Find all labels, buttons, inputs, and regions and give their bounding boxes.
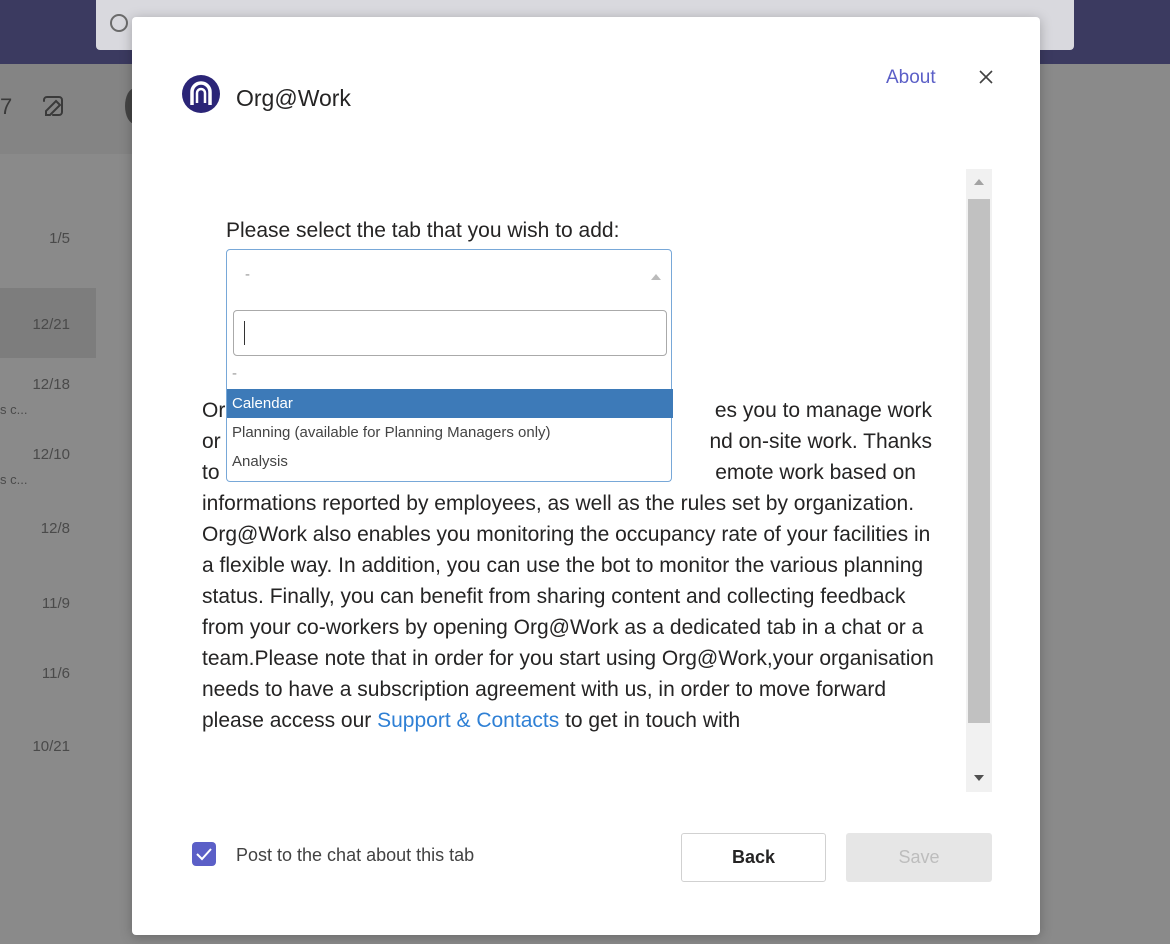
dropdown-option-empty[interactable]: -	[227, 364, 673, 389]
app-bottom-area	[132, 935, 1040, 944]
chat-item-date: 11/9	[41, 595, 70, 612]
text-caret	[244, 321, 245, 345]
chevron-up-icon	[651, 274, 661, 280]
compose-icon	[42, 95, 66, 119]
chat-item-date: 12/8	[40, 520, 70, 537]
dropdown-options: - Calendar Planning (available for Plann…	[227, 364, 673, 476]
about-link[interactable]: About	[886, 67, 936, 89]
close-button[interactable]	[972, 63, 1000, 91]
select-label: Please select the tab that you wish to a…	[226, 219, 620, 242]
scroll-up-arrow-icon[interactable]	[966, 169, 992, 197]
description-text: informations reported by employees, as w…	[202, 492, 934, 732]
checkmark-icon	[196, 848, 212, 861]
close-icon	[979, 70, 993, 84]
chat-list-header	[0, 64, 132, 154]
chat-item-date: 1/5	[49, 230, 70, 247]
description-fragment: Or	[202, 399, 226, 422]
chat-item-date: 10/21	[32, 738, 70, 755]
add-tab-dialog: Org@Work About Please select the tab tha…	[132, 17, 1040, 935]
scroll-thumb[interactable]	[968, 199, 990, 723]
chat-item-date: 11/6	[41, 665, 70, 682]
dropdown-option-analysis[interactable]: Analysis	[227, 447, 673, 476]
chat-list-panel	[0, 64, 132, 944]
filter-icon: 7	[0, 94, 13, 119]
chat-item-snippet: s c...	[0, 402, 28, 417]
dialog-content: Please select the tab that you wish to a…	[202, 167, 992, 792]
select-value: -	[245, 266, 250, 283]
chat-item-snippet: s c...	[0, 472, 28, 487]
tab-select[interactable]: -	[226, 249, 672, 303]
scroll-down-arrow-icon[interactable]	[966, 764, 992, 792]
chat-item-date: 12/18	[32, 376, 70, 393]
tab-select-dropdown: - Calendar Planning (available for Plann…	[226, 302, 673, 482]
chat-item-date: 12/21	[32, 316, 70, 333]
dropdown-search-input[interactable]	[233, 310, 667, 356]
app-logo-icon	[182, 75, 220, 113]
description-fragment: emote work based on	[715, 461, 916, 484]
description-fragment: es you to manage work	[714, 399, 932, 422]
save-button[interactable]: Save	[846, 833, 992, 882]
post-to-chat-label: Post to the chat about this tab	[236, 845, 475, 865]
content-scrollbar[interactable]	[966, 169, 992, 792]
back-button[interactable]: Back	[681, 833, 826, 882]
description-text: to get in touch with	[565, 709, 741, 732]
description-fragment: nd on-site work. Thanks	[709, 430, 932, 453]
dropdown-option-planning[interactable]: Planning (available for Planning Manager…	[227, 418, 673, 447]
search-icon	[110, 14, 128, 32]
description-fragment: or	[202, 430, 221, 453]
support-contacts-link[interactable]: Support & Contacts	[377, 709, 559, 732]
post-to-chat-checkbox[interactable]	[192, 842, 216, 866]
app-right-area	[1040, 64, 1170, 944]
chat-item-date: 12/10	[32, 446, 70, 463]
app-name: Org@Work	[236, 85, 351, 111]
dropdown-option-calendar[interactable]: Calendar	[227, 389, 673, 418]
description-fragment: to	[202, 461, 220, 484]
